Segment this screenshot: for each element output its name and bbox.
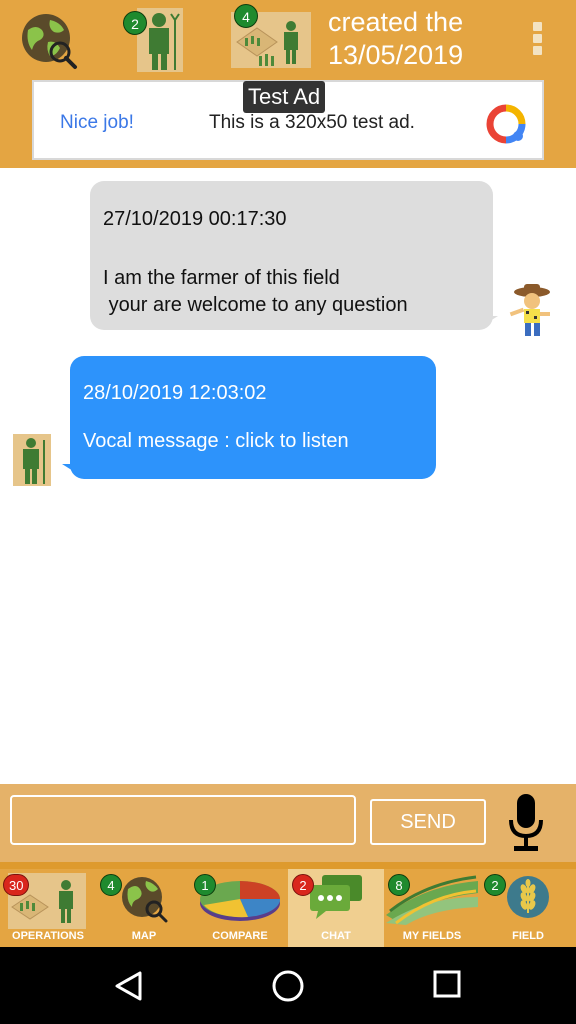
back-icon[interactable] xyxy=(112,969,146,1003)
app-root: 2 4 created the 13/05/2019 Nice job! Thi… xyxy=(0,0,576,1024)
bubble-tail xyxy=(62,464,78,474)
message-text: I am the farmer of this field your are w… xyxy=(103,267,408,316)
page-title: created the 13/05/2019 xyxy=(328,7,464,70)
tab-label: OPERATIONS xyxy=(12,930,84,942)
tab-badge: 1 xyxy=(194,874,216,896)
message-input[interactable] xyxy=(10,795,356,845)
test-ad-label: Test Ad xyxy=(243,81,326,113)
microphone-icon[interactable] xyxy=(506,792,546,854)
farmer-avatar xyxy=(13,434,51,486)
voice-message-link[interactable]: Vocal message : click to listen xyxy=(83,428,349,455)
tab-my-fields[interactable]: 8 MY FIELDS xyxy=(384,869,480,947)
tab-label: MY FIELDS xyxy=(402,930,462,942)
tab-badge: 2 xyxy=(292,874,314,896)
ad-network-logo-icon xyxy=(486,104,526,149)
farmer-badge: 2 xyxy=(123,11,147,35)
tab-map[interactable]: 4 MAP xyxy=(96,869,192,947)
message-timestamp: 28/10/2019 12:03:02 xyxy=(83,382,267,404)
globe-search-icon[interactable] xyxy=(20,12,78,70)
tab-badge: 4 xyxy=(100,874,122,896)
wheat-icon xyxy=(507,876,549,918)
chat-bubbles-icon xyxy=(310,875,362,919)
globe-search-icon xyxy=(122,877,168,923)
divider xyxy=(0,862,576,869)
system-nav-bar xyxy=(0,947,576,1024)
overflow-menu-icon[interactable] xyxy=(527,20,547,60)
tab-label: CHAT xyxy=(321,930,351,942)
bubble-tail xyxy=(482,316,498,326)
bottom-tab-bar: 30 OPERATIONS 4 MAP 1 COMPARE 2 CHAT 8 M… xyxy=(0,869,576,947)
ad-nice-text: Nice job! xyxy=(60,112,134,133)
tab-label: FIELD xyxy=(512,930,544,942)
home-icon[interactable] xyxy=(271,969,305,1003)
chat-area[interactable]: 27/10/2019 00:17:30 I am the farmer of t… xyxy=(0,168,576,784)
tab-operations[interactable]: 30 OPERATIONS xyxy=(0,869,96,947)
fields-badge: 4 xyxy=(234,4,258,28)
tab-field[interactable]: 2 FIELD xyxy=(480,869,576,947)
tab-compare[interactable]: 1 COMPARE xyxy=(192,869,288,947)
tab-badge: 2 xyxy=(484,874,506,896)
cowboy-avatar xyxy=(504,284,554,336)
tab-label: COMPARE xyxy=(212,930,268,942)
tab-label: MAP xyxy=(131,930,157,942)
message-timestamp: 27/10/2019 00:17:30 xyxy=(103,208,287,230)
ad-body-text: This is a 320x50 test ad. xyxy=(209,112,415,133)
message-bubble-outgoing[interactable]: 28/10/2019 12:03:02 Vocal message : clic… xyxy=(70,356,436,479)
tab-badge: 8 xyxy=(388,874,410,896)
composer-bar: SEND xyxy=(0,784,576,862)
recents-icon[interactable] xyxy=(432,969,462,999)
send-button[interactable]: SEND xyxy=(370,799,486,845)
tab-chat[interactable]: 2 CHAT xyxy=(288,869,384,947)
message-bubble-incoming[interactable]: 27/10/2019 00:17:30 I am the farmer of t… xyxy=(90,181,493,330)
tab-badge: 30 xyxy=(3,874,30,896)
